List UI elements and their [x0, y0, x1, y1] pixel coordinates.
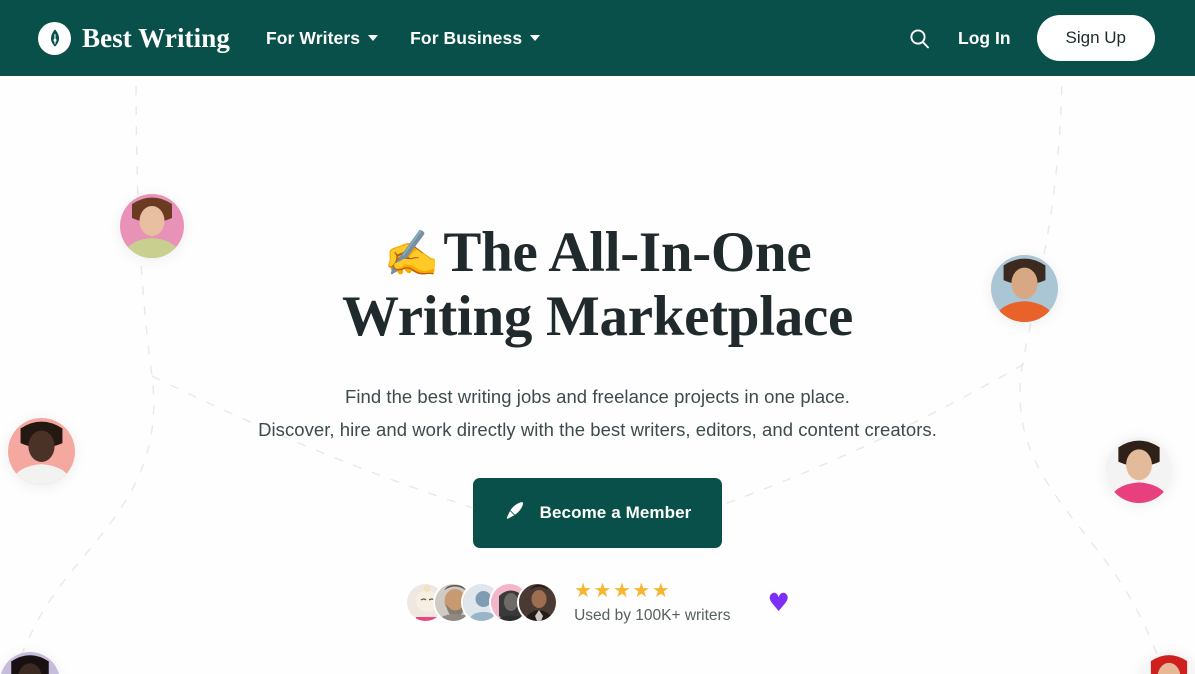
- page-title-line1: The All-In-One: [443, 221, 812, 284]
- hero-content: ✍️The All-In-One Writing Marketplace Fin…: [0, 76, 1195, 625]
- main-nav: For Writers For Business: [265, 27, 541, 49]
- hero-subtitle-line2: Discover, hire and work directly with th…: [258, 419, 937, 441]
- brand-logo[interactable]: Best Writing: [38, 21, 230, 55]
- become-a-member-button[interactable]: Become a Member: [472, 478, 723, 549]
- cta-label: Become a Member: [539, 503, 692, 523]
- pen-nib-icon: [504, 500, 525, 526]
- nav-item-for-writers[interactable]: For Writers: [265, 27, 379, 49]
- signup-button[interactable]: Sign Up: [1036, 15, 1155, 61]
- chevron-down-icon: [530, 35, 541, 41]
- site-header: Best Writing For Writers For Business Lo…: [0, 0, 1195, 76]
- writing-hand-emoji: ✍️: [383, 227, 440, 280]
- social-proof: ★★★★★ Used by 100K+ writers ♥: [0, 580, 1195, 625]
- nav-item-label: For Writers: [265, 27, 361, 48]
- avatar-stack: [405, 582, 559, 624]
- pen-nib-logo-icon: [38, 21, 71, 55]
- floating-avatar-lavender-partial: [0, 652, 60, 674]
- brand-name: Best Writing: [82, 22, 230, 53]
- page-title: ✍️The All-In-One Writing Marketplace: [0, 221, 1195, 350]
- star-rating: ★★★★★: [574, 578, 672, 603]
- nav-item-label: For Business: [410, 27, 523, 48]
- rating-text: Used by 100K+ writers: [574, 607, 731, 625]
- rating-block: ★★★★★ Used by 100K+ writers: [574, 580, 730, 625]
- man-suit-avatar: [517, 582, 559, 624]
- hero-subtitle-line1: Find the best writing jobs and freelance…: [345, 385, 850, 407]
- hero-subtitle: Find the best writing jobs and freelance…: [0, 380, 1195, 447]
- nav-item-for-business[interactable]: For Business: [410, 27, 541, 49]
- header-actions: Log In Sign Up: [906, 15, 1155, 61]
- page-title-line2: Writing Marketplace: [342, 285, 853, 349]
- search-icon[interactable]: [906, 25, 932, 51]
- hero-section: ✍️The All-In-One Writing Marketplace Fin…: [0, 76, 1195, 674]
- login-link[interactable]: Log In: [958, 28, 1010, 49]
- chevron-down-icon: [368, 35, 379, 41]
- cta-container: Become a Member: [0, 478, 1195, 549]
- purple-heart-icon: ♥: [767, 588, 790, 618]
- floating-avatar-red-partial: [1140, 652, 1195, 674]
